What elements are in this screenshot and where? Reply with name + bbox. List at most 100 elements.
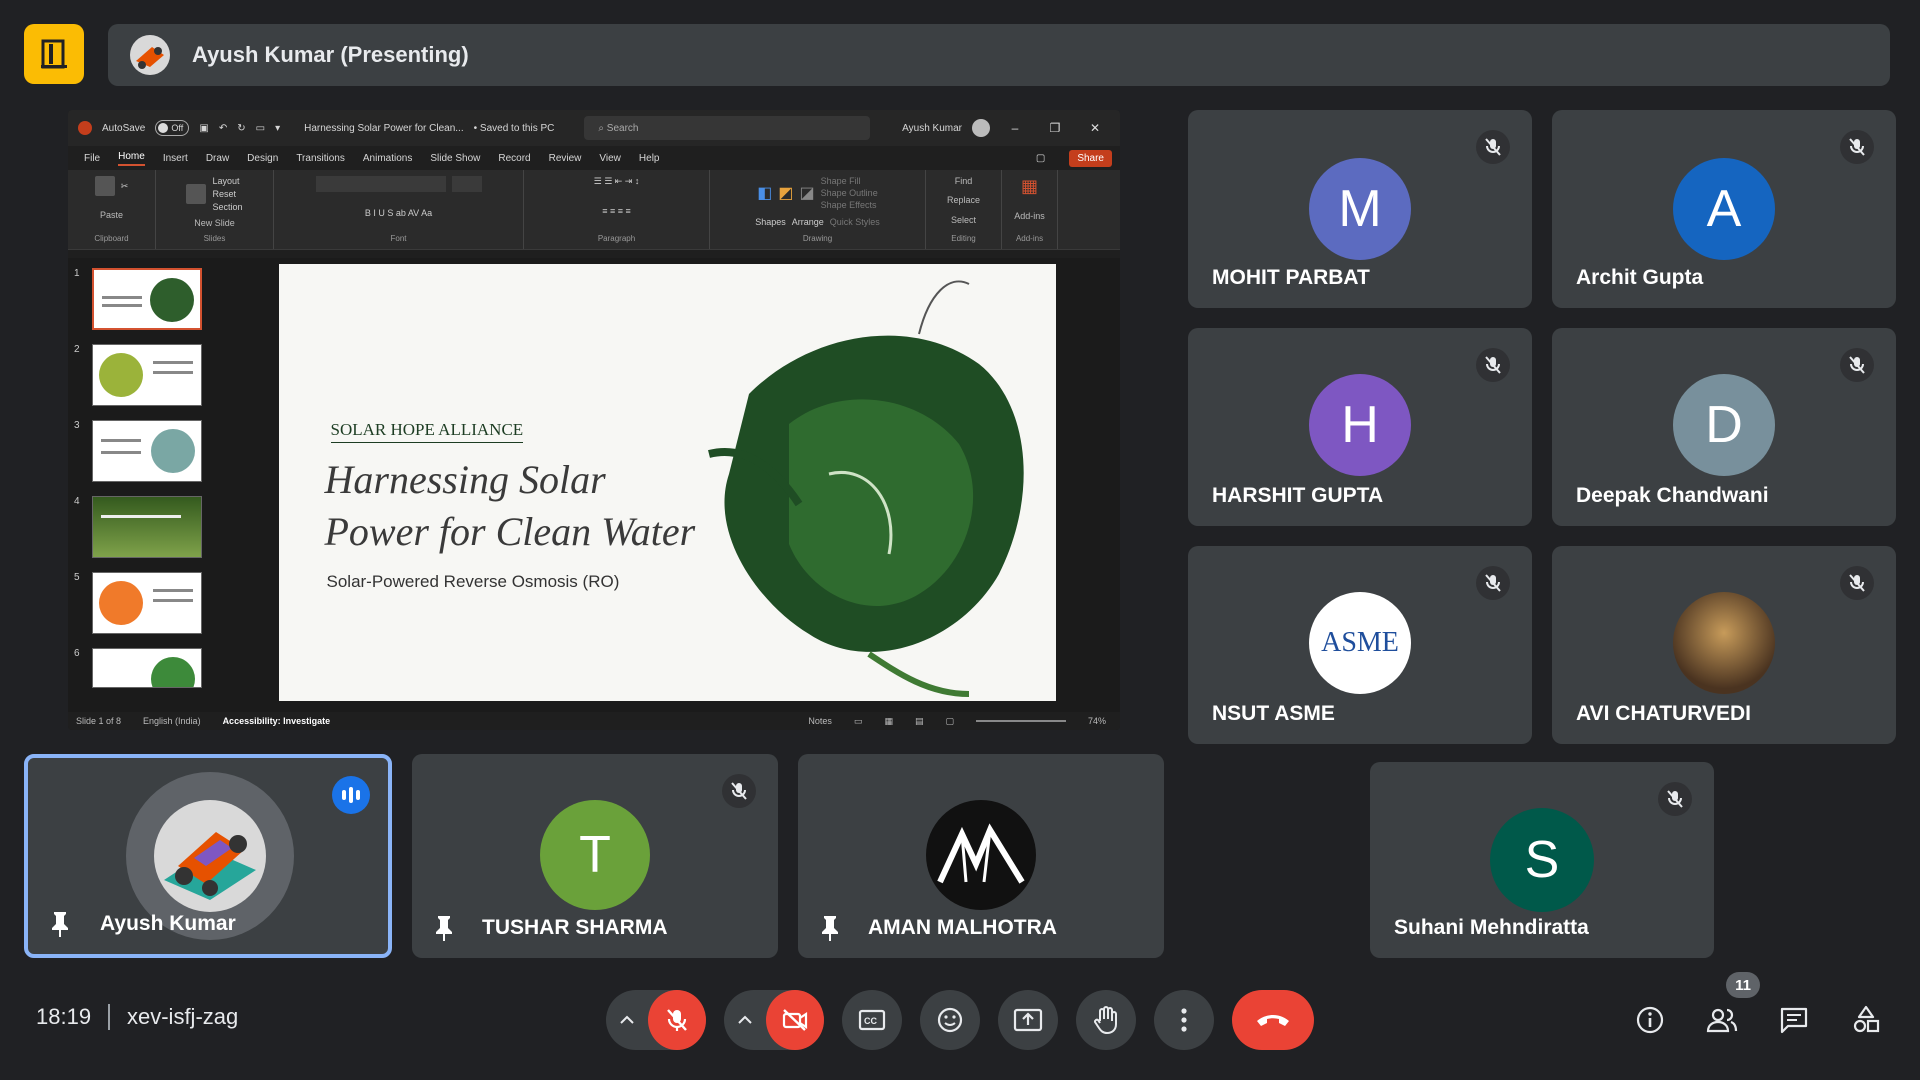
meeting-details-button[interactable] (1630, 1000, 1670, 1040)
menu-review[interactable]: Review (549, 153, 582, 164)
cut-icon[interactable]: ✂ (121, 181, 129, 192)
find-button[interactable]: Find (955, 176, 973, 186)
activities-button[interactable] (1846, 1000, 1886, 1040)
normal-view-icon[interactable]: ▭ (854, 716, 863, 727)
thumbnail-scrollbar[interactable] (218, 258, 230, 712)
participant-tile-mohit[interactable]: M MOHIT PARBAT (1188, 110, 1532, 308)
ppt-user-name[interactable]: Ayush Kumar (902, 123, 962, 134)
undo-icon[interactable]: ↶ (219, 123, 227, 134)
menu-home[interactable]: Home (118, 151, 145, 166)
font-format-row[interactable]: B I U S ab AV Aa (365, 208, 432, 218)
zoom-level[interactable]: 74% (1088, 716, 1106, 726)
slide-thumbnail[interactable] (92, 344, 202, 406)
pin-icon[interactable] (48, 910, 72, 938)
menu-help[interactable]: Help (639, 153, 660, 164)
ppt-user-avatar[interactable] (972, 119, 990, 137)
close-icon[interactable]: ✕ (1080, 121, 1110, 135)
participant-tile-aman[interactable]: AMAN MALHOTRA (798, 754, 1164, 958)
paste-icon[interactable] (94, 176, 115, 196)
addins-icon[interactable]: ▦ (1021, 176, 1038, 197)
font-name-box[interactable] (315, 176, 446, 192)
menu-file[interactable]: File (84, 153, 100, 164)
new-slide-label[interactable]: New Slide (194, 218, 235, 228)
shapes-label[interactable]: Shapes (755, 217, 786, 227)
participant-tile-nsut-asme[interactable]: ASME NSUT ASME (1188, 546, 1532, 744)
reactions-button[interactable] (920, 990, 980, 1050)
paste-label[interactable]: Paste (100, 210, 123, 220)
participant-tile-avi[interactable]: AVI CHATURVEDI (1552, 546, 1896, 744)
meet-door-icon[interactable] (24, 24, 84, 84)
font-size-box[interactable] (451, 176, 482, 192)
slide-thumbnail[interactable] (92, 648, 202, 688)
shape-effects-button[interactable]: Shape Effects (821, 200, 878, 210)
video-options-chevron-icon[interactable] (724, 1015, 766, 1025)
save-icon[interactable]: ▣ (199, 123, 208, 134)
addins-label[interactable]: Add-ins (1014, 211, 1045, 221)
more-options-button[interactable] (1154, 990, 1214, 1050)
menu-animations[interactable]: Animations (363, 153, 412, 164)
participant-tile-deepak[interactable]: D Deepak Chandwani (1552, 328, 1896, 526)
present-now-button[interactable] (998, 990, 1058, 1050)
minimize-icon[interactable]: – (1000, 121, 1030, 135)
presenting-banner[interactable]: Ayush Kumar (Presenting) (108, 24, 1890, 86)
participant-tile-suhani[interactable]: S Suhani Mehndiratta (1370, 762, 1714, 958)
layout-button[interactable]: Layout (212, 176, 239, 186)
slideshow-view-icon[interactable]: ▢ (945, 716, 954, 727)
language-indicator[interactable]: English (India) (143, 716, 201, 726)
slide-sorter-icon[interactable]: ▦ (884, 716, 893, 727)
comments-icon[interactable]: ▢ (1036, 153, 1045, 164)
autosave-toggle[interactable]: Off (155, 120, 190, 136)
participant-tile-tushar[interactable]: T TUSHAR SHARMA (412, 754, 778, 958)
participant-tile-ayush[interactable]: Ayush Kumar (24, 754, 392, 958)
notes-button[interactable]: Notes (808, 716, 832, 726)
section-button[interactable]: Section (212, 202, 242, 212)
pin-icon[interactable] (818, 914, 842, 942)
quick-styles-icon[interactable]: ◪ (800, 183, 815, 203)
reading-view-icon[interactable]: ▤ (915, 716, 924, 727)
slide-thumbnail[interactable] (92, 572, 202, 634)
redo-icon[interactable]: ↻ (237, 123, 245, 134)
menu-record[interactable]: Record (498, 153, 530, 164)
pin-icon[interactable] (432, 914, 456, 942)
menu-view[interactable]: View (599, 153, 621, 164)
current-slide[interactable]: SOLAR HOPE ALLIANCE Harnessing Solar Pow… (278, 264, 1056, 701)
arrange-label[interactable]: Arrange (792, 217, 824, 227)
chat-button[interactable] (1774, 1000, 1814, 1040)
saved-state[interactable]: • Saved to this PC (474, 123, 555, 134)
participant-tile-harshit[interactable]: H HARSHIT GUPTA (1188, 328, 1532, 526)
captions-button[interactable]: CC (842, 990, 902, 1050)
slide-thumbnail[interactable] (92, 496, 202, 558)
paragraph-list-row[interactable]: ☰ ☰ ⇤ ⇥ ↕ (594, 176, 640, 187)
slide-scrollbar[interactable] (1104, 258, 1120, 712)
leave-call-button[interactable] (1232, 990, 1314, 1050)
mic-off-button[interactable] (648, 990, 706, 1050)
menu-design[interactable]: Design (247, 153, 278, 164)
zoom-slider[interactable] (975, 720, 1066, 722)
qat-dropdown-icon[interactable]: ▾ (275, 123, 280, 134)
menu-insert[interactable]: Insert (163, 153, 188, 164)
menu-slide-show[interactable]: Slide Show (430, 153, 480, 164)
paragraph-align-row[interactable]: ≡ ≡ ≡ ≡ (602, 206, 631, 216)
select-button[interactable]: Select (951, 215, 976, 225)
ppt-search-box[interactable]: ⌕ Search (584, 116, 871, 140)
audio-options-chevron-icon[interactable] (606, 1015, 648, 1025)
people-button[interactable] (1702, 1000, 1742, 1040)
menu-draw[interactable]: Draw (206, 153, 229, 164)
participant-tile-archit[interactable]: A Archit Gupta (1552, 110, 1896, 308)
slide-thumbnail[interactable] (92, 420, 202, 482)
arrange-icon[interactable]: ◩ (778, 183, 793, 203)
menu-transitions[interactable]: Transitions (296, 153, 345, 164)
new-slide-icon[interactable] (186, 184, 207, 204)
present-icon[interactable]: ▭ (256, 123, 265, 134)
accessibility-status[interactable]: Accessibility: Investigate (223, 716, 331, 726)
share-button[interactable]: Share (1069, 149, 1112, 167)
reset-button[interactable]: Reset (212, 189, 236, 199)
quick-styles-label[interactable]: Quick Styles (830, 217, 880, 227)
shape-fill-button[interactable]: Shape Fill (821, 176, 878, 186)
raise-hand-button[interactable] (1076, 990, 1136, 1050)
restore-icon[interactable]: ❐ (1040, 121, 1070, 135)
camera-off-button[interactable] (766, 990, 824, 1050)
shape-outline-button[interactable]: Shape Outline (821, 188, 878, 198)
slide-thumbnail[interactable] (92, 268, 202, 330)
replace-button[interactable]: Replace (947, 195, 980, 205)
